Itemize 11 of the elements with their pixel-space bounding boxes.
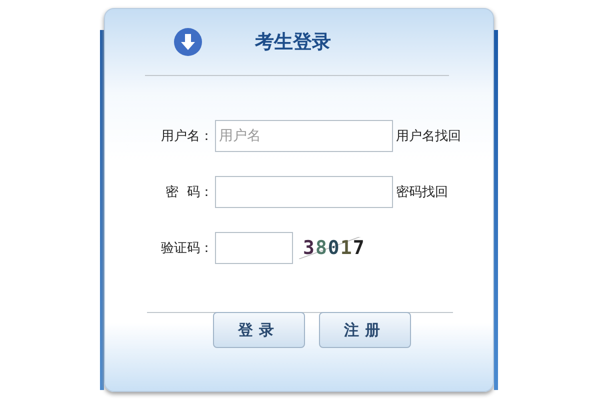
recover-link[interactable]: 用户名找回	[396, 127, 461, 145]
input-field[interactable]	[215, 232, 293, 264]
panel-title: 考生登录	[255, 30, 331, 55]
input-field[interactable]	[215, 176, 393, 208]
field-label: 密 码：	[164, 184, 213, 201]
form-button[interactable]: 登录	[213, 312, 305, 348]
form-button[interactable]: 注册	[319, 312, 411, 348]
input-field[interactable]: 用户名	[215, 120, 393, 152]
field-label: 用户名：	[160, 128, 213, 145]
field-label: 验证码：	[160, 240, 213, 257]
recover-link[interactable]: 密码找回	[396, 183, 448, 201]
